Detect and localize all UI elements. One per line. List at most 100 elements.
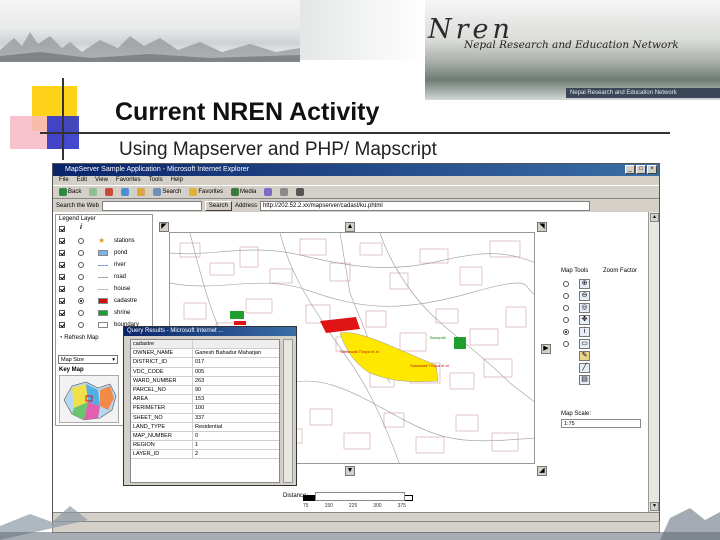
forward-button[interactable] xyxy=(87,187,99,198)
layer-query-radio[interactable] xyxy=(78,286,84,292)
chevron-down-icon: ▾ xyxy=(112,357,115,363)
pan-northeast-button[interactable]: ◥ xyxy=(537,222,547,232)
query-results-title: Query Results - Microsoft Internet ... xyxy=(124,327,296,336)
search-web-button[interactable]: Search xyxy=(204,200,232,211)
layer-symbol xyxy=(98,310,108,316)
table-row: OWNER_NAME Ganesh Bahadur Maharjan xyxy=(131,349,279,359)
tool-info[interactable]: i xyxy=(561,326,641,338)
browser-titlebar: MapServer Sample Application - Microsoft… xyxy=(53,164,659,176)
layer-query-radio[interactable] xyxy=(78,250,84,256)
map-scale-field[interactable]: 1:75 xyxy=(561,419,641,428)
tool-zoom-out[interactable]: ⊖ xyxy=(561,290,641,302)
layer-visible-checkbox[interactable] xyxy=(59,286,65,292)
home-button[interactable] xyxy=(135,187,147,198)
search-web-field[interactable] xyxy=(101,200,202,211)
tool-radio[interactable] xyxy=(563,305,569,311)
media-button[interactable]: Media xyxy=(229,187,258,198)
address-field[interactable]: http://202.52.2.xx/mapserver/cadast/ku.p… xyxy=(259,200,590,211)
minimize-button[interactable]: _ xyxy=(625,165,635,174)
tool-zoom-full[interactable]: ◎ xyxy=(561,302,641,314)
tool-zoom-in[interactable]: ⊕ xyxy=(561,278,641,290)
layer-visible-checkbox[interactable] xyxy=(59,262,65,268)
map-size-value: Map Size xyxy=(61,357,84,363)
menu-bar: File Edit View Favorites Tools Help xyxy=(53,176,659,185)
legend-row-house[interactable]: house xyxy=(56,283,152,295)
zoom-in-icon: ⊕ xyxy=(579,279,590,289)
pan-east-button[interactable]: ▶ xyxy=(541,344,551,354)
tool-row[interactable]: ✎ xyxy=(561,350,641,362)
mail-button[interactable] xyxy=(278,187,290,198)
field-value: Residential xyxy=(195,423,223,430)
table-row: PARCEL_NO 90 xyxy=(131,385,279,396)
legend-row-pond[interactable]: pond xyxy=(56,247,152,259)
tool-radio[interactable] xyxy=(563,317,569,323)
back-button[interactable]: Back xyxy=(57,187,83,198)
layer-visible-checkbox[interactable] xyxy=(59,250,65,256)
pan-southeast-button[interactable]: ◢ xyxy=(537,466,547,476)
layer-visible-checkbox[interactable] xyxy=(59,322,65,328)
tool-measure[interactable]: ▭ xyxy=(561,338,641,350)
field-name: OWNER_NAME xyxy=(131,349,193,358)
field-value: 153 xyxy=(195,396,205,403)
layer-visible-checkbox[interactable] xyxy=(59,274,65,280)
menu-tools[interactable]: Tools xyxy=(149,176,163,185)
tool-radio[interactable] xyxy=(563,281,569,287)
map-tools-list: ⊕ ⊖ ◎ ✥ i ▭ xyxy=(561,278,641,350)
legend-row-river[interactable]: river xyxy=(56,259,152,271)
legend-row-shrine[interactable]: shrine xyxy=(56,307,152,319)
history-button[interactable] xyxy=(262,187,274,198)
print-button[interactable] xyxy=(294,187,306,198)
address-bar: Search the Web Search Address http://202… xyxy=(53,199,659,212)
layer-query-radio[interactable] xyxy=(78,322,84,328)
menu-favorites[interactable]: Favorites xyxy=(116,176,141,185)
field-value: 1 xyxy=(195,442,199,449)
pan-south-button[interactable]: ▼ xyxy=(345,466,355,476)
layer-visible-checkbox[interactable] xyxy=(59,298,65,304)
search-button[interactable]: Search xyxy=(151,187,183,198)
layer-query-radio[interactable] xyxy=(78,274,84,280)
menu-edit[interactable]: Edit xyxy=(77,176,87,185)
tool-radio[interactable] xyxy=(563,329,569,335)
tool-row[interactable]: ▤ xyxy=(561,374,641,386)
layer-query-radio[interactable] xyxy=(78,262,84,268)
layer-query-radio[interactable] xyxy=(78,238,84,244)
legend-row-cadastre[interactable]: cadastre xyxy=(56,295,152,307)
menu-help[interactable]: Help xyxy=(171,176,183,185)
line-tool-icon: ╱ xyxy=(579,363,590,373)
tool-radio[interactable] xyxy=(563,341,569,347)
maximize-button[interactable]: □ xyxy=(636,165,646,174)
tool-pan[interactable]: ✥ xyxy=(561,314,641,326)
layer-visible-checkbox[interactable] xyxy=(59,310,65,316)
layer-query-radio[interactable] xyxy=(78,298,84,304)
close-button[interactable]: × xyxy=(647,165,657,174)
tool-radio[interactable] xyxy=(563,293,569,299)
check-all-checkbox[interactable] xyxy=(59,226,65,232)
print-map-icon: ▤ xyxy=(579,375,590,385)
field-name: DISTRICT_ID xyxy=(131,358,193,367)
pencil-icon: ✎ xyxy=(579,351,590,361)
legend-row-stations[interactable]: ★ stations xyxy=(56,235,152,247)
refresh-button[interactable] xyxy=(119,187,131,198)
key-map[interactable] xyxy=(59,375,119,423)
decor-vertical-line xyxy=(62,78,64,160)
query-scrollbar[interactable] xyxy=(283,339,293,483)
field-value: Ganesh Bahadur Maharjan xyxy=(195,350,262,357)
layer-query-radio[interactable] xyxy=(78,310,84,316)
favorites-button[interactable]: Favorites xyxy=(187,187,225,198)
layer-visible-checkbox[interactable] xyxy=(59,238,65,244)
nren-name-bar: Nepal Research and Education Network xyxy=(566,88,720,98)
tool-row[interactable]: ╱ xyxy=(561,362,641,374)
star-icon xyxy=(189,188,198,196)
menu-view[interactable]: View xyxy=(95,176,108,185)
pan-north-button[interactable]: ▲ xyxy=(345,222,355,232)
scroll-up-icon[interactable]: ▲ xyxy=(650,213,659,222)
stop-button[interactable] xyxy=(103,187,115,198)
field-value: 90 xyxy=(195,386,202,393)
menu-file[interactable]: File xyxy=(59,176,69,185)
pan-northwest-button[interactable]: ◤ xyxy=(159,222,169,232)
refresh-map-button[interactable]: ◔ Refresh Map xyxy=(59,335,99,341)
vertical-scrollbar[interactable]: ▲ ▼ xyxy=(648,212,659,512)
mail-icon xyxy=(280,188,289,196)
legend-row-road[interactable]: road xyxy=(56,271,152,283)
map-size-select[interactable]: Map Size ▾ xyxy=(58,355,118,364)
